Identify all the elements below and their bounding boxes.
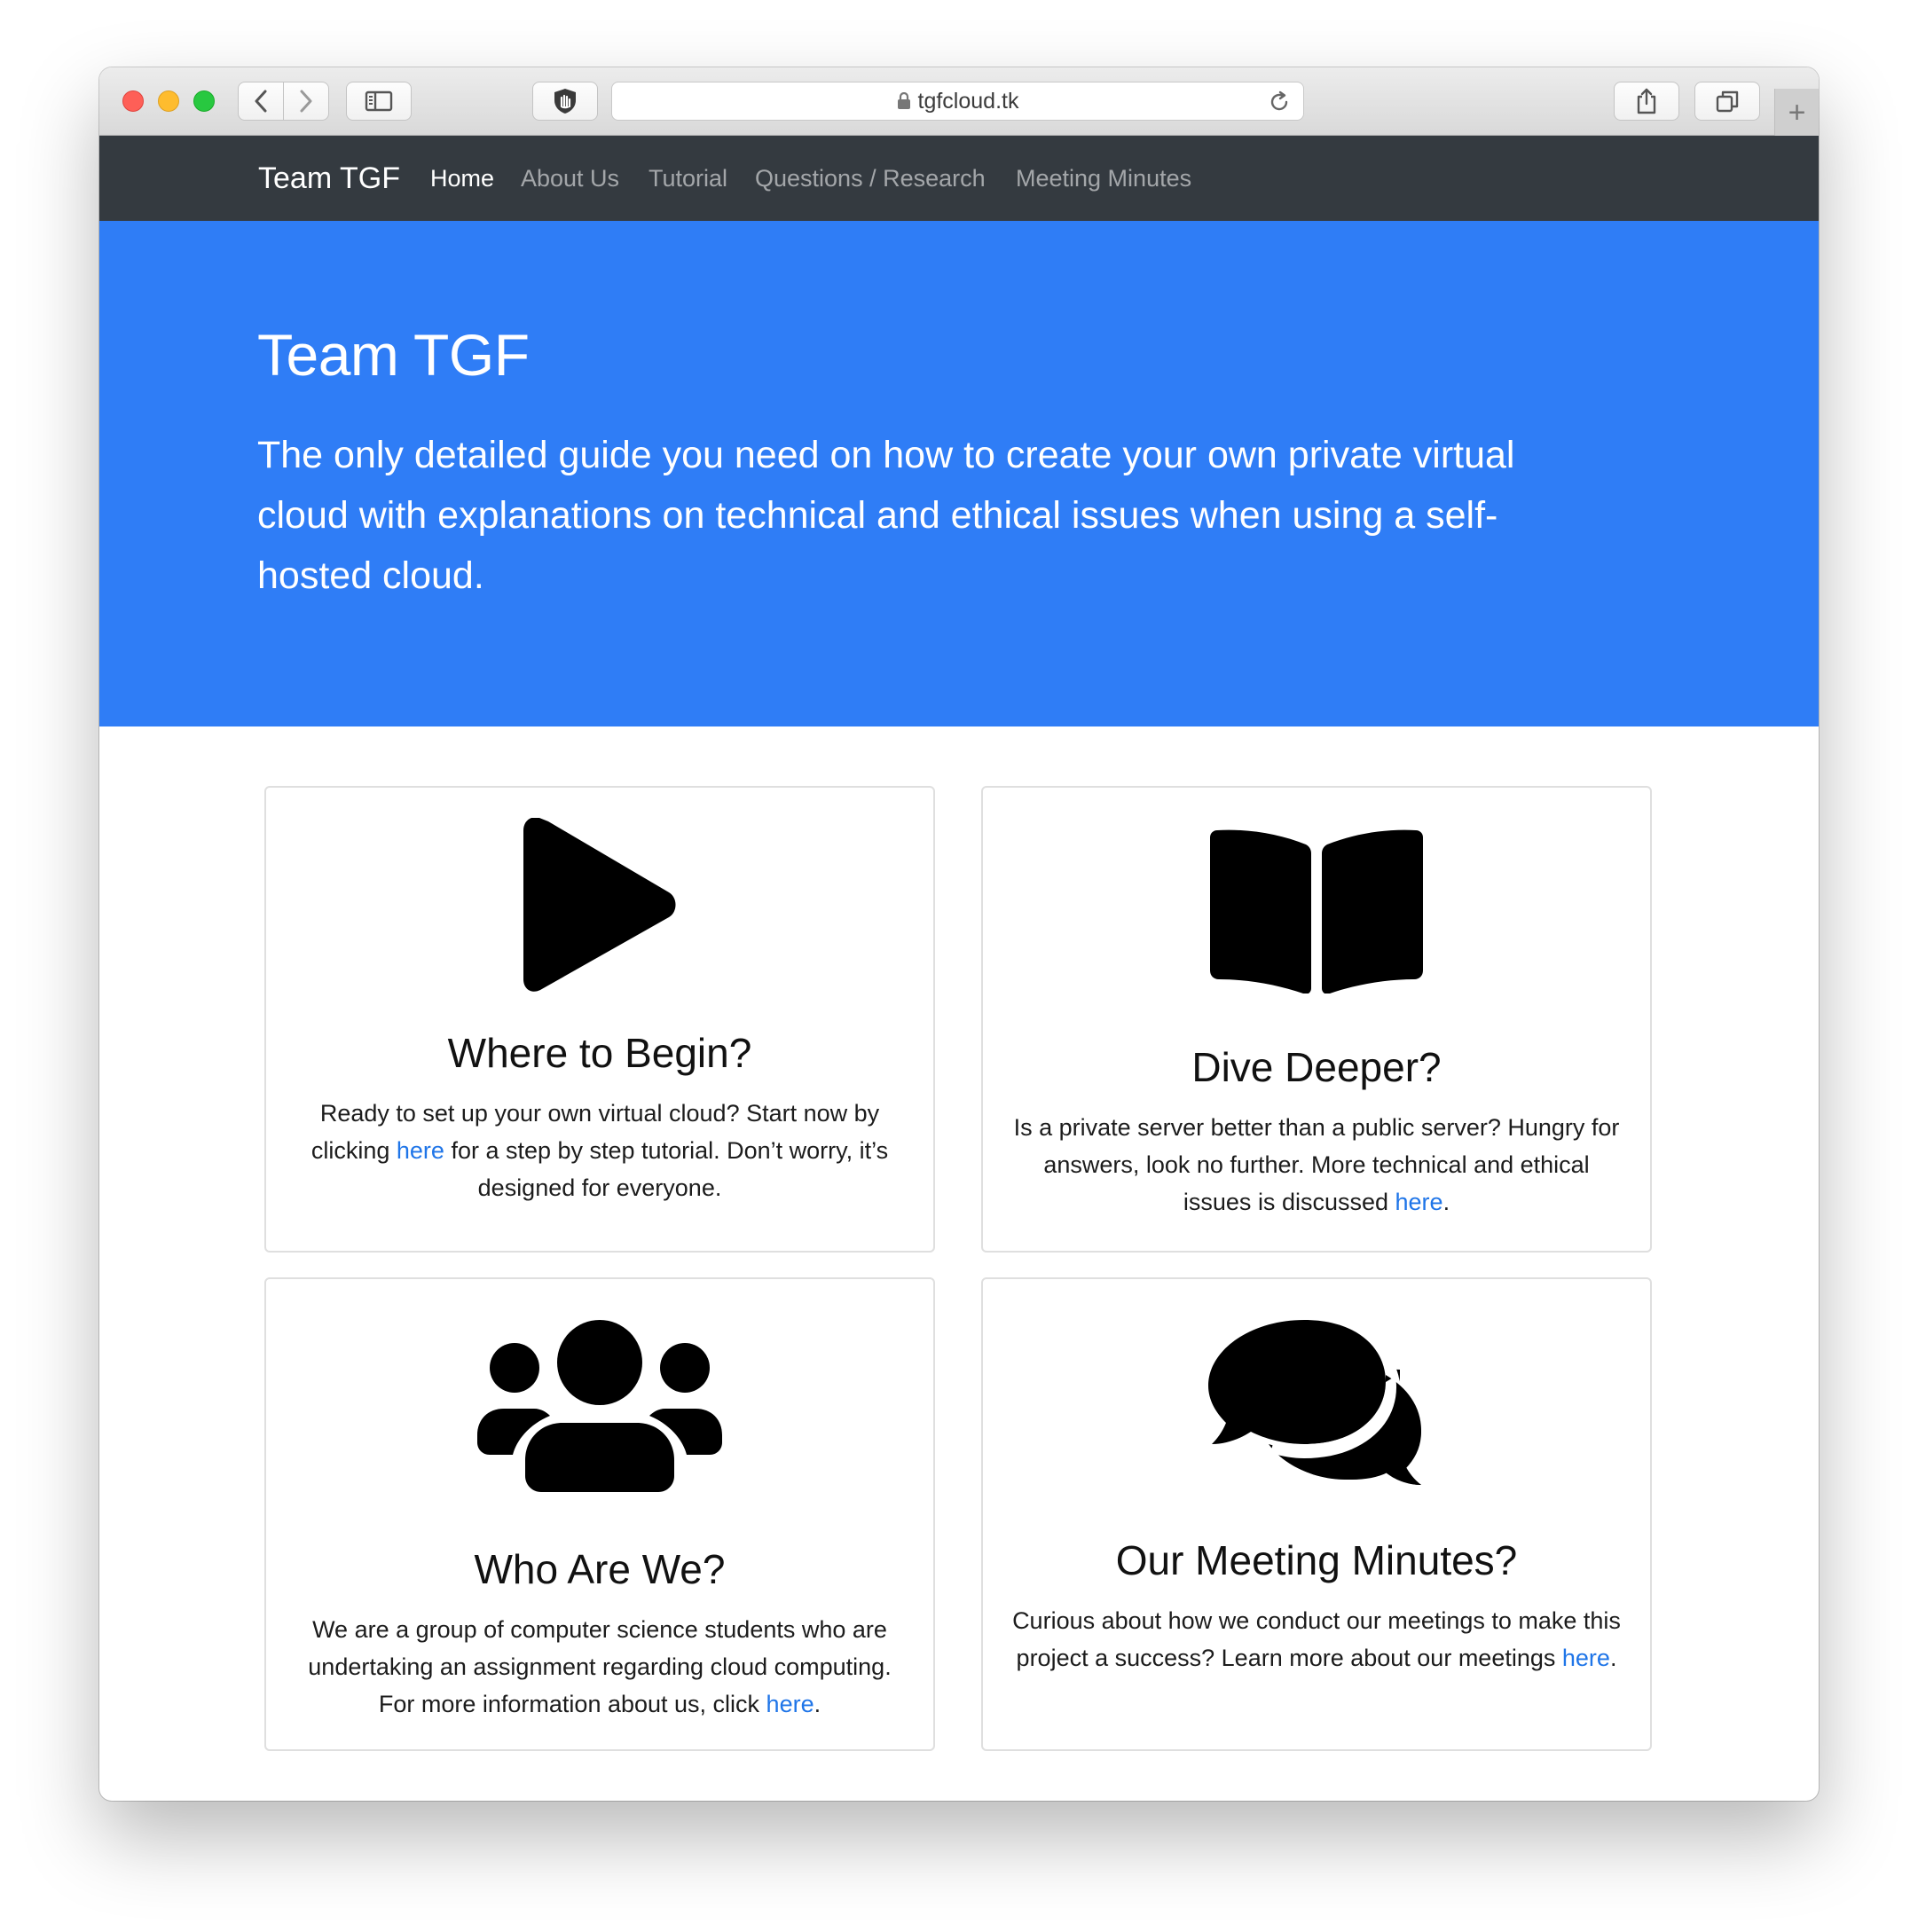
tutorial-link[interactable]: here [397, 1137, 444, 1164]
address-bar[interactable]: tgfcloud.tk [611, 82, 1304, 121]
tab-overview-button[interactable] [1694, 82, 1760, 121]
chevron-left-icon [255, 90, 267, 113]
card-title: Dive Deeper? [1191, 1044, 1442, 1090]
card-title: Where to Begin? [447, 1030, 752, 1076]
maximize-window-button[interactable] [193, 90, 215, 112]
card-where-to-begin: Where to Begin? Ready to set up your own… [264, 786, 935, 1253]
about-us-link[interactable]: here [766, 1691, 814, 1717]
share-button[interactable] [1614, 82, 1679, 121]
hero-jumbotron: Team TGF The only detailed guide you nee… [99, 221, 1819, 726]
privacy-shield-button[interactable] [532, 82, 598, 121]
nav-link-about-us[interactable]: About Us [521, 136, 619, 221]
nav-link-meeting-minutes[interactable]: Meeting Minutes [1016, 136, 1191, 221]
back-button[interactable] [238, 82, 284, 121]
nav-link-home[interactable]: Home [430, 136, 494, 221]
card-dive-deeper: Dive Deeper? Is a private server better … [981, 786, 1652, 1253]
reload-icon[interactable] [1268, 90, 1291, 114]
hero-title: Team TGF [257, 322, 530, 388]
card-text: Is a private server better than a public… [1013, 1114, 1620, 1215]
card-meeting-minutes: Our Meeting Minutes? Curious about how w… [981, 1277, 1652, 1751]
card-text: We are a group of computer science stude… [308, 1616, 892, 1717]
play-icon [523, 818, 676, 992]
plus-icon: + [1788, 95, 1806, 130]
sidebar-toggle-button[interactable] [346, 82, 412, 121]
research-link[interactable]: here [1395, 1189, 1443, 1215]
site-navbar: Team TGF Home About Us Tutorial Question… [99, 136, 1819, 221]
card-text: Curious about how we conduct our meeting… [1012, 1607, 1621, 1671]
tabs-overview-icon [1716, 90, 1739, 113]
url-text: tgfcloud.tk [917, 88, 1019, 114]
navbar-brand[interactable]: Team TGF [258, 136, 400, 221]
card-who-are-we: Who Are We? We are a group of computer s… [264, 1277, 935, 1751]
hand-shield-icon [554, 89, 576, 114]
book-icon [1210, 829, 1423, 993]
nav-link-tutorial[interactable]: Tutorial [649, 136, 727, 221]
chevron-right-icon [300, 90, 312, 113]
card-text: Ready to set up your own virtual cloud? … [310, 1100, 889, 1201]
close-window-button[interactable] [122, 90, 144, 112]
sidebar-icon [365, 90, 393, 112]
meeting-minutes-link[interactable]: here [1562, 1645, 1610, 1671]
forward-button[interactable] [283, 82, 329, 121]
nav-link-questions-research[interactable]: Questions / Research [755, 136, 986, 221]
comments-icon [1208, 1320, 1421, 1485]
new-tab-button[interactable]: + [1774, 89, 1819, 136]
desktop-background: tgfcloud.tk + Team TGF Home About Us Tut… [0, 0, 1918, 1932]
browser-toolbar: tgfcloud.tk + [99, 67, 1819, 136]
lock-icon [897, 92, 910, 109]
browser-window: tgfcloud.tk + Team TGF Home About Us Tut… [99, 67, 1819, 1801]
share-icon [1637, 88, 1656, 114]
users-icon [477, 1320, 722, 1492]
hero-lead: The only detailed guide you need on how … [257, 434, 1515, 597]
card-title: Our Meeting Minutes? [1115, 1537, 1518, 1583]
minimize-window-button[interactable] [158, 90, 179, 112]
card-title: Who Are We? [474, 1546, 726, 1592]
